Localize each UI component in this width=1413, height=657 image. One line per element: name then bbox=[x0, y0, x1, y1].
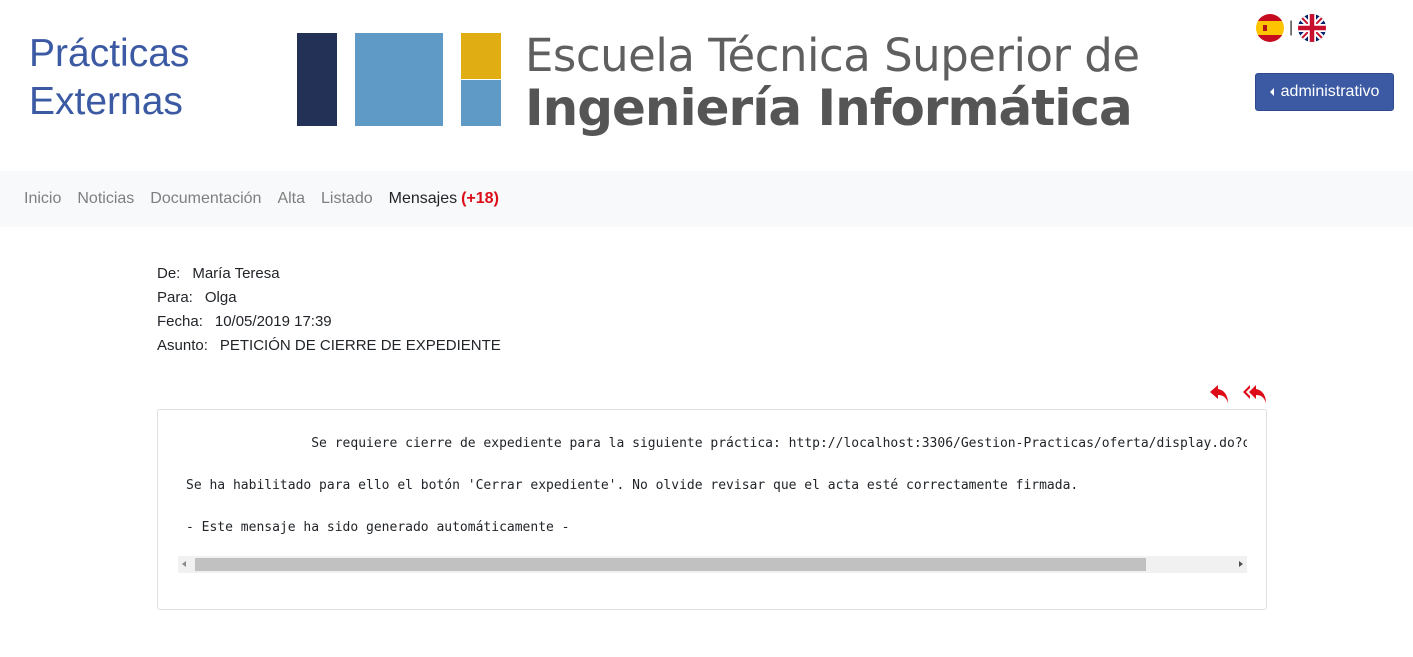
nav-item-mensajes[interactable]: Mensajes (+18) bbox=[389, 190, 499, 208]
logo-gold-block bbox=[461, 33, 501, 79]
message-body-card: Se requiere cierre de expediente para la… bbox=[157, 409, 1267, 610]
message-body: Se requiere cierre de expediente para la… bbox=[186, 433, 1247, 538]
scroll-right-arrow-icon[interactable] bbox=[1239, 561, 1243, 567]
message-body-line1: Se requiere cierre de expediente para la… bbox=[186, 436, 1247, 451]
from-row: De: María Teresa bbox=[157, 262, 501, 286]
nav-item-inicio[interactable]: Inicio bbox=[24, 190, 61, 208]
horizontal-scrollbar[interactable] bbox=[178, 556, 1247, 573]
language-switcher: | bbox=[1256, 14, 1327, 42]
unread-count-badge: (+18) bbox=[461, 190, 499, 207]
from-value: María Teresa bbox=[192, 265, 280, 282]
message-body-line2: Se ha habilitado para ello el botón 'Cer… bbox=[186, 478, 1079, 493]
date-label: Fecha: bbox=[157, 313, 203, 330]
from-label: De: bbox=[157, 265, 181, 282]
role-button[interactable]: administrativo bbox=[1255, 73, 1394, 111]
uk-flag-icon[interactable] bbox=[1298, 14, 1327, 42]
to-value: Olga bbox=[204, 289, 237, 306]
reply-all-icon[interactable] bbox=[1242, 383, 1268, 405]
date-row: Fecha: 10/05/2019 17:39 bbox=[157, 310, 501, 334]
scrollbar-thumb[interactable] bbox=[195, 558, 1146, 571]
nav-item-mensajes-label: Mensajes bbox=[388, 190, 458, 207]
to-row: Para: Olga bbox=[157, 286, 501, 310]
nav-item-noticias[interactable]: Noticias bbox=[77, 190, 134, 208]
nav-links: Inicio Noticias Documentación Alta Lista… bbox=[24, 190, 515, 208]
logo-blue-small-block bbox=[461, 80, 501, 126]
subject-label: Asunto: bbox=[157, 337, 208, 354]
caret-left-icon bbox=[1269, 88, 1274, 96]
reply-icon[interactable] bbox=[1208, 383, 1234, 405]
logo-text-line1: Escuela Técnica Superior de bbox=[525, 29, 1140, 82]
logo-text-line2: Ingeniería Informática bbox=[525, 79, 1133, 137]
language-separator: | bbox=[1289, 19, 1294, 36]
message-actions bbox=[1208, 383, 1276, 405]
site-title-line1: Prácticas bbox=[29, 32, 190, 75]
nav-item-alta[interactable]: Alta bbox=[277, 190, 305, 208]
nav-item-listado[interactable]: Listado bbox=[321, 190, 373, 208]
logo-blue-block bbox=[355, 33, 443, 126]
date-value: 10/05/2019 17:39 bbox=[214, 313, 332, 330]
site-title: Prácticas Externas bbox=[29, 30, 189, 126]
nav-item-documentacion[interactable]: Documentación bbox=[150, 190, 261, 208]
message-header: De: María Teresa Para: Olga Fecha: 10/05/20… bbox=[157, 262, 501, 358]
scroll-left-arrow-icon[interactable] bbox=[182, 561, 186, 567]
site-title-line2: Externas bbox=[29, 80, 183, 123]
role-button-label: administrativo bbox=[1280, 83, 1380, 100]
spanish-flag-icon[interactable] bbox=[1256, 14, 1284, 42]
school-logo: Escuela Técnica Superior de Ingeniería I… bbox=[297, 29, 1140, 145]
subject-value: PETICIÓN DE CIERRE DE EXPEDIENTE bbox=[219, 337, 501, 354]
message-body-line3: - Este mensaje ha sido generado automáti… bbox=[186, 520, 570, 535]
main-navbar: Inicio Noticias Documentación Alta Lista… bbox=[0, 171, 1413, 227]
logo-navy-block bbox=[297, 33, 337, 126]
to-label: Para: bbox=[157, 289, 193, 306]
subject-row: Asunto: PETICIÓN DE CIERRE DE EXPEDIENTE bbox=[157, 334, 501, 358]
